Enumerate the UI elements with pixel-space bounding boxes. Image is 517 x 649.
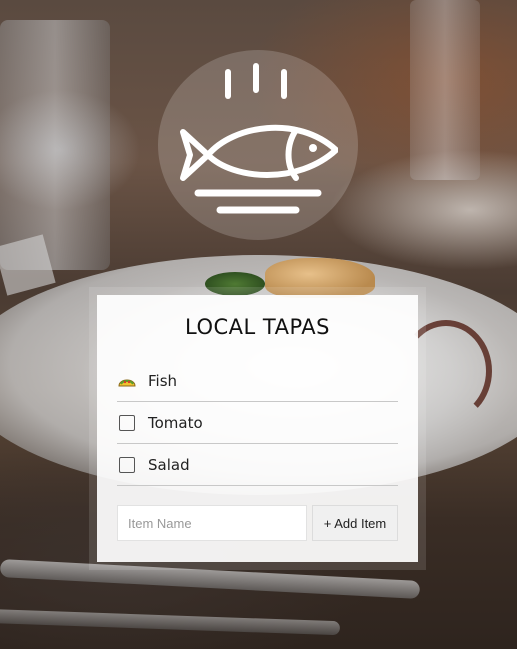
- background-cutlery: [0, 559, 421, 599]
- tapas-card: LOCAL TAPAS Fish Tomato Salad + Add Item: [97, 295, 418, 562]
- background-herbs: [205, 272, 265, 296]
- card-title: LOCAL TAPAS: [185, 315, 330, 339]
- add-item-button[interactable]: + Add Item: [312, 505, 398, 541]
- taco-icon[interactable]: [117, 371, 137, 391]
- item-label: Salad: [148, 455, 190, 474]
- tapas-list: Fish Tomato Salad: [117, 360, 398, 486]
- list-item[interactable]: Fish: [117, 360, 398, 402]
- add-item-form: + Add Item: [117, 505, 398, 541]
- item-checkbox[interactable]: [119, 456, 135, 473]
- background-food: [265, 258, 375, 298]
- list-item[interactable]: Salad: [117, 444, 398, 486]
- background-wineglass: [410, 0, 480, 180]
- list-item[interactable]: Tomato: [117, 402, 398, 444]
- logo: [158, 50, 358, 240]
- item-checkbox[interactable]: [119, 414, 135, 431]
- fish-dish-icon: [180, 63, 338, 214]
- item-label: Tomato: [148, 413, 203, 432]
- item-label: Fish: [148, 371, 178, 390]
- item-name-input[interactable]: [117, 505, 307, 541]
- background-cutlery-2: [0, 608, 341, 636]
- background-glass: [0, 20, 110, 270]
